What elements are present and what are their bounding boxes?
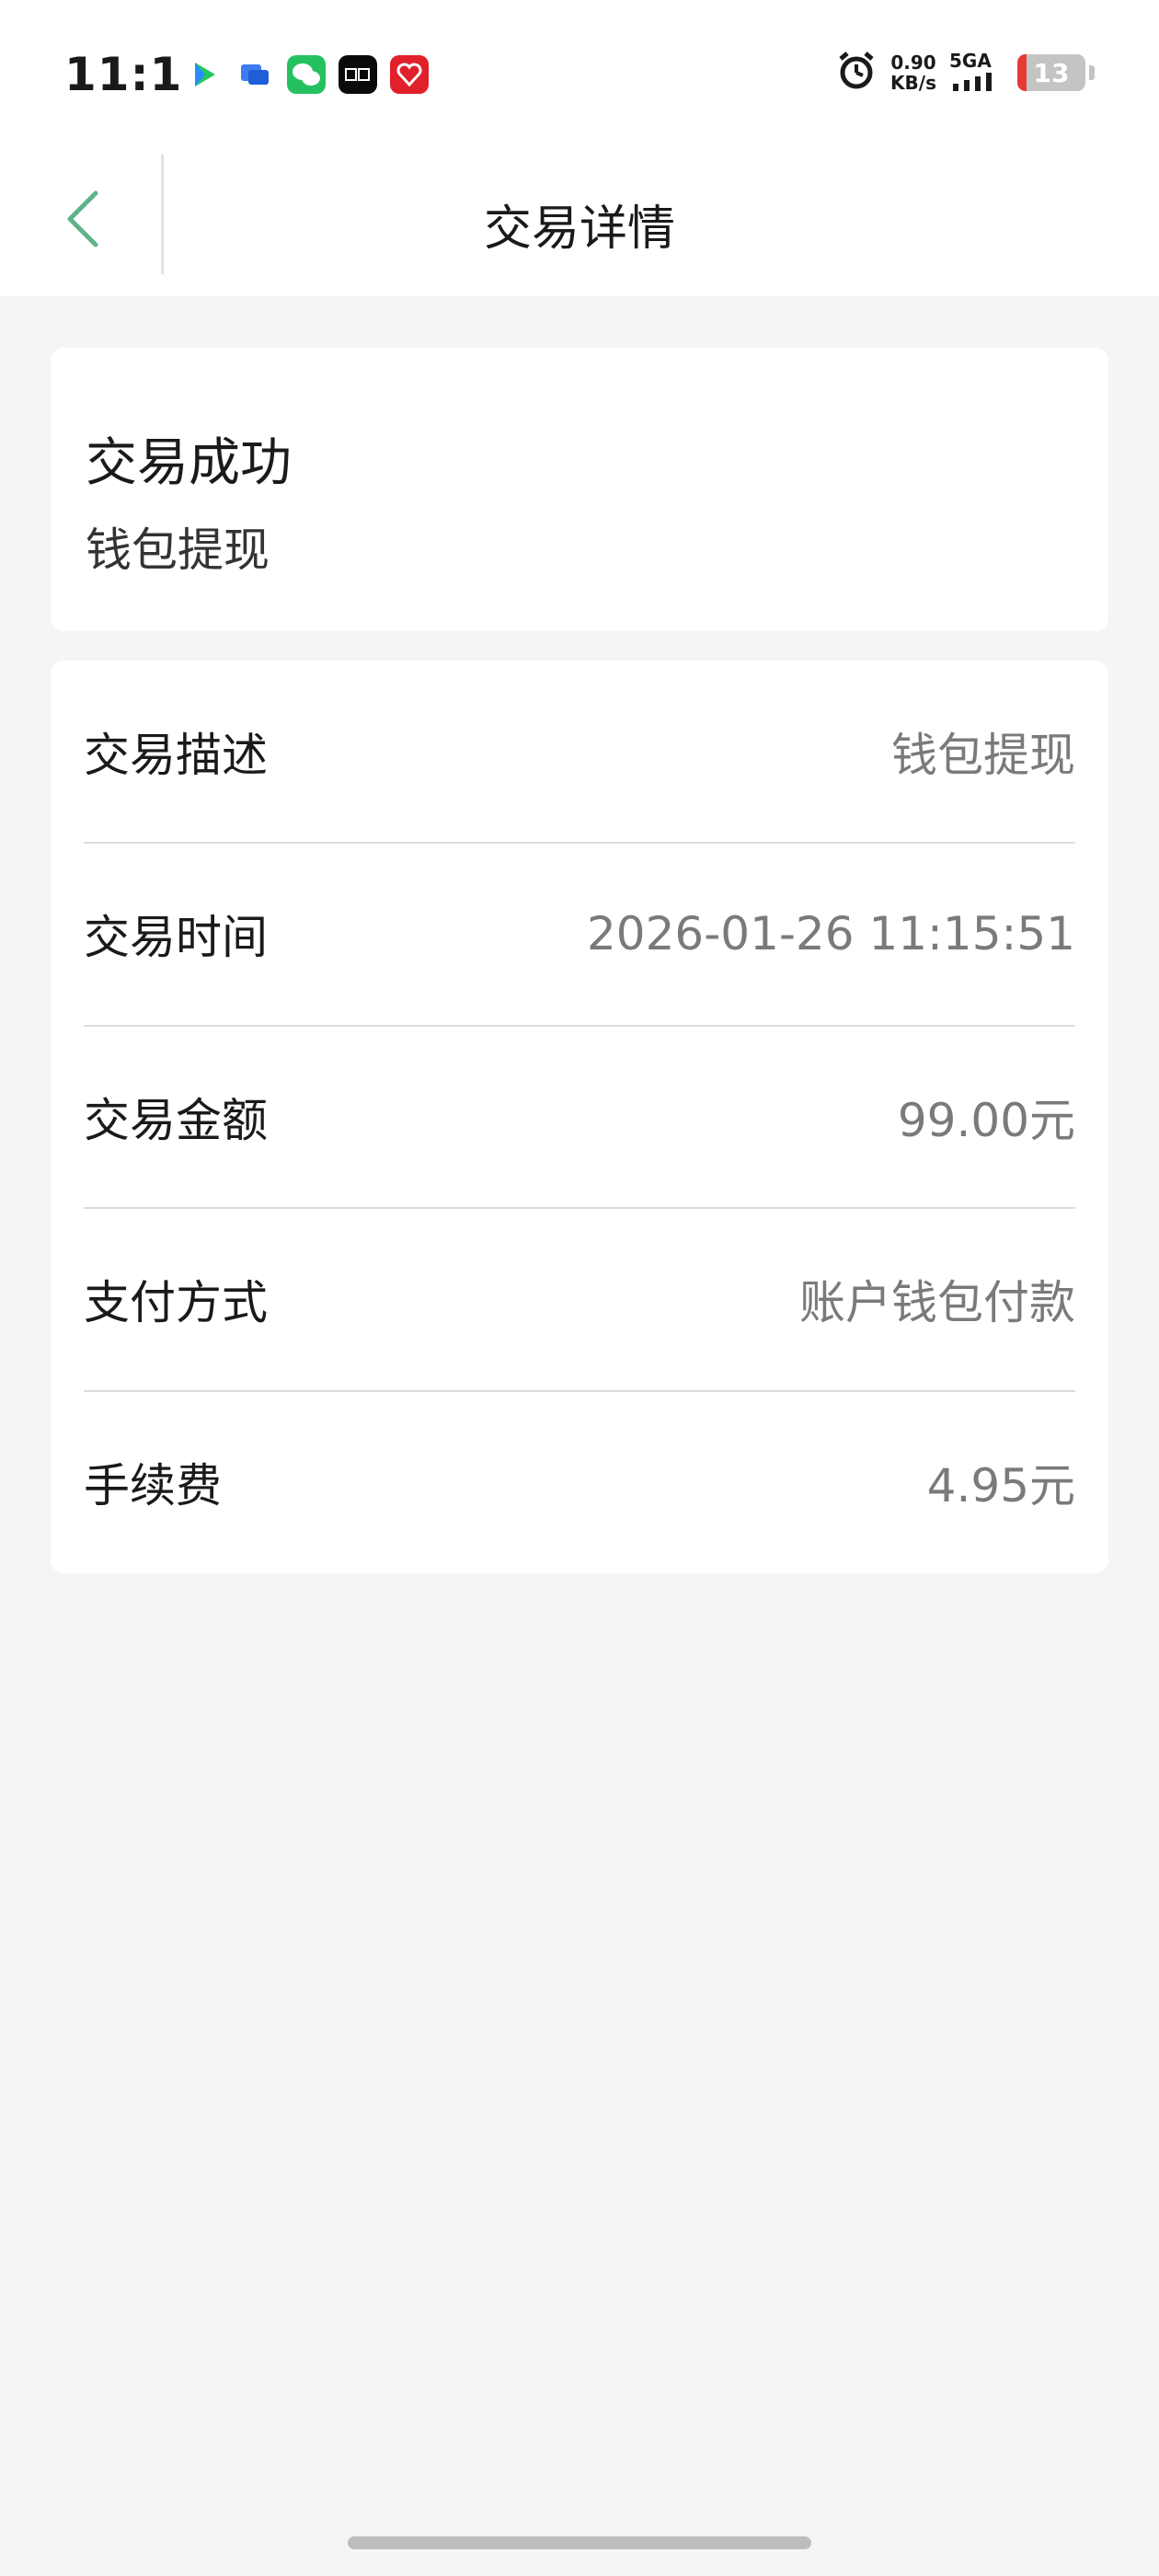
transaction-detail-card: 交易描述 钱包提现 交易时间 2026-01-26 11:15:51 交易金额 … — [51, 661, 1108, 1573]
detail-label: 交易时间 — [84, 911, 268, 964]
wechat-icon — [287, 55, 326, 94]
status-indicators: 0.90 KB/s 5GA 13 — [835, 50, 1095, 96]
detail-row-amount: 交易金额 99.00元 — [84, 1026, 1075, 1208]
detail-label: 交易描述 — [84, 729, 268, 782]
detail-row-payment-method: 支付方式 账户钱包付款 — [84, 1208, 1075, 1390]
detail-value: 账户钱包付款 — [799, 1276, 1075, 1329]
transaction-type: 钱包提现 — [86, 523, 270, 577]
cellular-signal: 5GA — [949, 51, 1004, 95]
detail-value: 2026-01-26 11:15:51 — [586, 907, 1075, 960]
detail-label: 交易金额 — [84, 1094, 268, 1147]
alarm-icon — [835, 50, 878, 96]
network-speed: 0.90 KB/s — [890, 52, 936, 93]
status-bar: 11:16 0.90 KB/s 5GA 13 — [0, 0, 1159, 147]
detail-value: 钱包提现 — [891, 729, 1075, 782]
transaction-status-card: 交易成功 钱包提现 — [51, 348, 1108, 631]
detail-row-time: 交易时间 2026-01-26 11:15:51 — [84, 843, 1075, 1025]
network-type: 5GA — [949, 50, 992, 72]
video-app-icon — [184, 55, 223, 94]
detail-value: 4.95元 — [926, 1459, 1075, 1512]
message-app-icon — [235, 55, 274, 94]
signal-bars-icon — [949, 73, 1004, 95]
home-indicator[interactable] — [348, 2536, 811, 2549]
transaction-status: 交易成功 — [86, 433, 292, 493]
dewu-app-icon — [339, 55, 377, 94]
detail-label: 支付方式 — [84, 1276, 268, 1329]
notification-icons — [184, 55, 429, 94]
detail-label: 手续费 — [84, 1459, 222, 1512]
battery-level: 13 — [1033, 57, 1070, 88]
battery-icon: 13 — [1017, 54, 1085, 91]
detail-row-description: 交易描述 钱包提现 — [84, 661, 1075, 843]
network-speed-value: 0.90 — [890, 52, 936, 74]
network-speed-unit: KB/s — [890, 72, 936, 94]
detail-value: 99.00元 — [897, 1094, 1075, 1147]
page-title: 交易详情 — [483, 201, 675, 257]
nav-bar: 交易详情 — [0, 147, 1159, 296]
detail-row-fee: 手续费 4.95元 — [84, 1391, 1075, 1573]
shopping-app-icon — [390, 55, 429, 94]
